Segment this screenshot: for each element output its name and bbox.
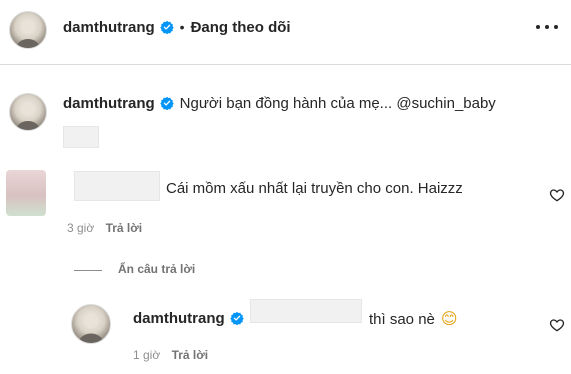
- commenter-avatar-redacted[interactable]: [6, 170, 46, 216]
- comment-text: Cái mồm xấu nhất lại truyền cho con. Hai…: [166, 180, 463, 197]
- comment-timestamp: 3 giờ: [67, 221, 95, 235]
- more-options-icon[interactable]: [536, 21, 558, 33]
- avatar-photo: [16, 102, 40, 130]
- reply-timestamp: 1 giờ: [133, 348, 161, 362]
- caption-text: Người bạn đồng hành của mẹ... @suchin_ba…: [179, 94, 496, 112]
- reply-mention-redacted[interactable]: [250, 299, 362, 323]
- commenter-username-redacted[interactable]: [74, 171, 160, 201]
- hide-replies-button[interactable]: Ẩn câu trả lời: [118, 262, 195, 276]
- verified-badge-icon: [159, 96, 174, 110]
- smile-emoji: 😊: [440, 311, 458, 328]
- comment-like-heart-icon[interactable]: [549, 187, 565, 203]
- header-avatar[interactable]: [9, 11, 47, 49]
- comment-reply-button[interactable]: Trả lời: [106, 221, 143, 235]
- caption-username[interactable]: damthutrang: [63, 95, 155, 112]
- avatar-photo: [16, 20, 40, 48]
- verified-badge-icon: [229, 311, 244, 325]
- reply-like-heart-icon[interactable]: [549, 317, 565, 333]
- follow-status-button[interactable]: Đang theo dõi: [191, 19, 291, 36]
- header-divider: [0, 64, 571, 65]
- header-username[interactable]: damthutrang: [63, 19, 155, 36]
- reply-reply-button[interactable]: Trả lời: [172, 348, 209, 362]
- reply-username[interactable]: damthutrang: [133, 310, 225, 327]
- reply-avatar[interactable]: [71, 304, 111, 344]
- caption-redacted-block: [63, 126, 99, 148]
- hide-replies-line: [74, 270, 102, 271]
- reply-text: thì sao nè: [369, 310, 435, 328]
- avatar-photo: [78, 313, 104, 343]
- header-separator: •: [179, 19, 185, 35]
- verified-badge-icon: [159, 20, 174, 34]
- caption-avatar[interactable]: [9, 93, 47, 131]
